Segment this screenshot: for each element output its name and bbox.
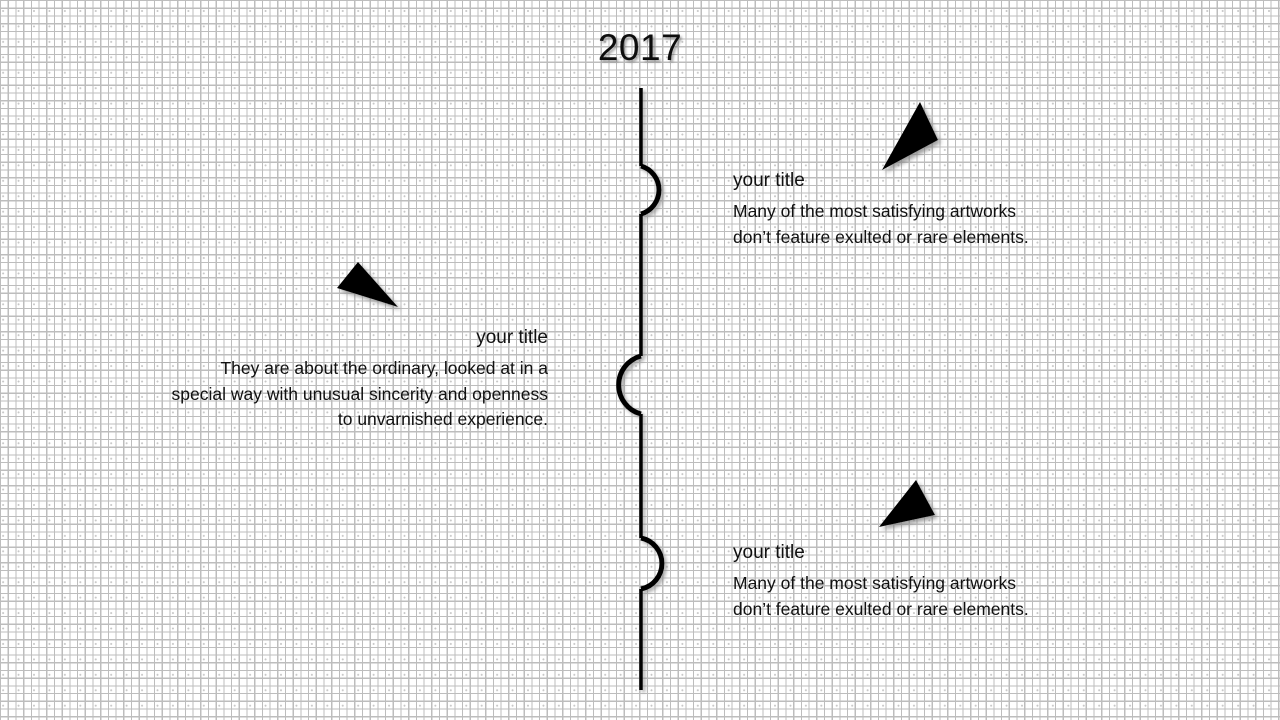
entry-3-body: Many of the most satisfying artworks don… bbox=[733, 573, 1029, 619]
entry-2-title: your title bbox=[476, 327, 548, 348]
timeline-entry-2: your title They are about the ordinary, … bbox=[165, 325, 548, 433]
timeline-axis-group bbox=[616, 88, 665, 690]
timeline-connector-2[interactable] bbox=[616, 353, 642, 417]
timeline-entry-3: your title Many of the most satisfying a… bbox=[733, 540, 1053, 622]
triangle-marker-icon-3 bbox=[879, 480, 935, 527]
timeline-slide: 2017 your title Many of the most satisfy… bbox=[0, 0, 1280, 720]
triangle-marker-icon-1 bbox=[882, 102, 938, 170]
entry-1-title: your title bbox=[733, 170, 805, 191]
triangle-marker-icon-2 bbox=[337, 262, 398, 307]
entry-1-body: Many of the most satisfying artworks don… bbox=[733, 201, 1029, 247]
timeline-entry-1: your title Many of the most satisfying a… bbox=[733, 168, 1053, 250]
timeline-connector-1[interactable] bbox=[640, 163, 662, 217]
entry-3-title: your title bbox=[733, 542, 805, 563]
entry-2-body: They are about the ordinary, looked at i… bbox=[171, 358, 548, 429]
timeline-connector-3[interactable] bbox=[640, 535, 665, 592]
